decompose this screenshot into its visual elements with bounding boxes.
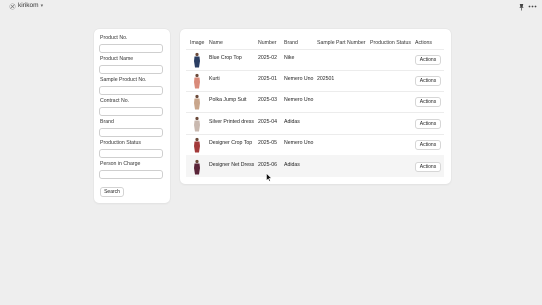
chevron-down-icon: ▾: [40, 2, 44, 9]
product-no-input[interactable]: [99, 44, 163, 53]
mouse-cursor-icon: [266, 173, 272, 182]
thumb-garment: [194, 141, 200, 153]
header-name: Name: [209, 40, 223, 46]
header-brand: Brand: [284, 40, 298, 46]
product-thumbnail: [194, 159, 200, 175]
product-no-label: Product No.: [100, 35, 128, 41]
sample-part-number: 202501: [317, 76, 335, 82]
product-name-label: Product Name: [100, 56, 134, 62]
thumb-garment: [194, 98, 200, 110]
production-status-label: Production Status: [100, 140, 141, 146]
product-name: Polka Jump Suit: [209, 97, 247, 103]
product-name: Kurti: [209, 76, 220, 82]
header-image: Image: [190, 40, 205, 46]
actions-button[interactable]: Actions: [415, 162, 441, 172]
filter-panel: Product No. Product Name Sample Product …: [94, 29, 170, 203]
header-actions: Actions: [415, 40, 433, 46]
actions-button[interactable]: Actions: [415, 76, 441, 86]
product-brand: Adidas: [284, 162, 300, 168]
product-name: Designer Net Dress: [209, 162, 255, 168]
header-number: Number: [258, 40, 277, 46]
product-brand: Adidas: [284, 119, 300, 125]
product-number: 2025-01: [258, 76, 278, 82]
thumb-garment: [194, 120, 200, 132]
product-thumbnail: [194, 116, 200, 132]
thumb-garment: [194, 56, 200, 68]
pin-icon[interactable]: [518, 3, 525, 11]
header-sample-part-number: Sample Part Number: [317, 40, 366, 46]
product-brand: Nemero Uno: [284, 97, 314, 103]
product-name-input[interactable]: [99, 65, 163, 74]
product-name: Silver Printed dress: [209, 119, 254, 125]
app-title-dropdown[interactable]: kirikom ▾: [18, 2, 43, 9]
top-bar: kirikom ▾: [0, 0, 542, 14]
actions-button[interactable]: Actions: [415, 140, 441, 150]
app-logo-icon: [9, 3, 16, 10]
sample-product-no-label: Sample Product No.: [100, 77, 147, 83]
production-status-input[interactable]: [99, 149, 163, 158]
product-number: 2025-02: [258, 55, 278, 61]
search-button[interactable]: Search: [100, 187, 124, 197]
more-icon[interactable]: [528, 3, 537, 10]
table-row[interactable]: [186, 70, 444, 91]
product-thumbnail: [194, 52, 200, 68]
contract-no-label: Contract No.: [100, 98, 130, 104]
app-title: kirikom: [18, 2, 39, 9]
product-brand: Nemero Uno: [284, 76, 314, 82]
product-number: 2025-03: [258, 97, 278, 103]
person-in-charge-input[interactable]: [99, 170, 163, 179]
sample-product-no-input[interactable]: [99, 86, 163, 95]
actions-button[interactable]: Actions: [415, 119, 441, 129]
product-number: 2025-06: [258, 162, 278, 168]
product-thumbnail: [194, 94, 200, 110]
brand-label: Brand: [100, 119, 114, 125]
thumb-garment: [194, 163, 200, 175]
product-number: 2025-04: [258, 119, 278, 125]
person-in-charge-label: Person in Charge: [100, 161, 141, 167]
product-brand: Nike: [284, 55, 295, 61]
product-brand: Nemero Uno: [284, 140, 314, 146]
product-name: Designer Crop Top: [209, 140, 253, 146]
product-thumbnail: [194, 73, 200, 89]
product-number: 2025-05: [258, 140, 278, 146]
product-name: Blue Crop Top: [209, 55, 242, 61]
contract-no-input[interactable]: [99, 107, 163, 116]
header-production-status: Production Status: [370, 40, 411, 46]
actions-button[interactable]: Actions: [415, 97, 441, 107]
actions-button[interactable]: Actions: [415, 55, 441, 65]
brand-input[interactable]: [99, 128, 163, 137]
product-thumbnail: [194, 137, 200, 153]
thumb-garment: [194, 77, 200, 89]
